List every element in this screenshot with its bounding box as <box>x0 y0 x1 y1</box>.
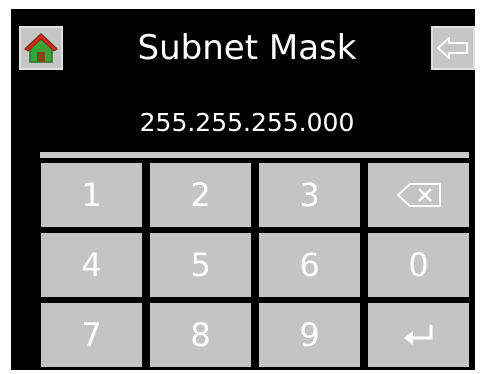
enter-key[interactable] <box>368 303 469 367</box>
page-title: Subnet Mask <box>137 28 357 68</box>
divider <box>40 152 469 158</box>
key-1[interactable]: 1 <box>41 163 142 227</box>
backspace-icon <box>396 183 441 207</box>
subnet-mask-value: 255.255.255.000 <box>139 108 355 137</box>
numeric-keypad: 1 2 3 4 5 6 0 7 8 9 <box>41 163 469 367</box>
key-2[interactable]: 2 <box>150 163 251 227</box>
key-9[interactable]: 9 <box>259 303 360 367</box>
keypad-screen: Subnet Mask 255.255.255.000 1 2 3 4 5 6 … <box>11 9 475 370</box>
key-5[interactable]: 5 <box>150 233 251 297</box>
key-7[interactable]: 7 <box>41 303 142 367</box>
backspace-key[interactable] <box>368 163 469 227</box>
key-8[interactable]: 8 <box>150 303 251 367</box>
key-4[interactable]: 4 <box>41 233 142 297</box>
home-button[interactable] <box>19 26 63 70</box>
back-arrow-icon <box>437 37 468 59</box>
home-icon <box>24 32 58 63</box>
key-0[interactable]: 0 <box>368 233 469 297</box>
enter-icon <box>403 325 432 345</box>
back-button[interactable] <box>431 26 475 70</box>
key-6[interactable]: 6 <box>259 233 360 297</box>
key-3[interactable]: 3 <box>259 163 360 227</box>
